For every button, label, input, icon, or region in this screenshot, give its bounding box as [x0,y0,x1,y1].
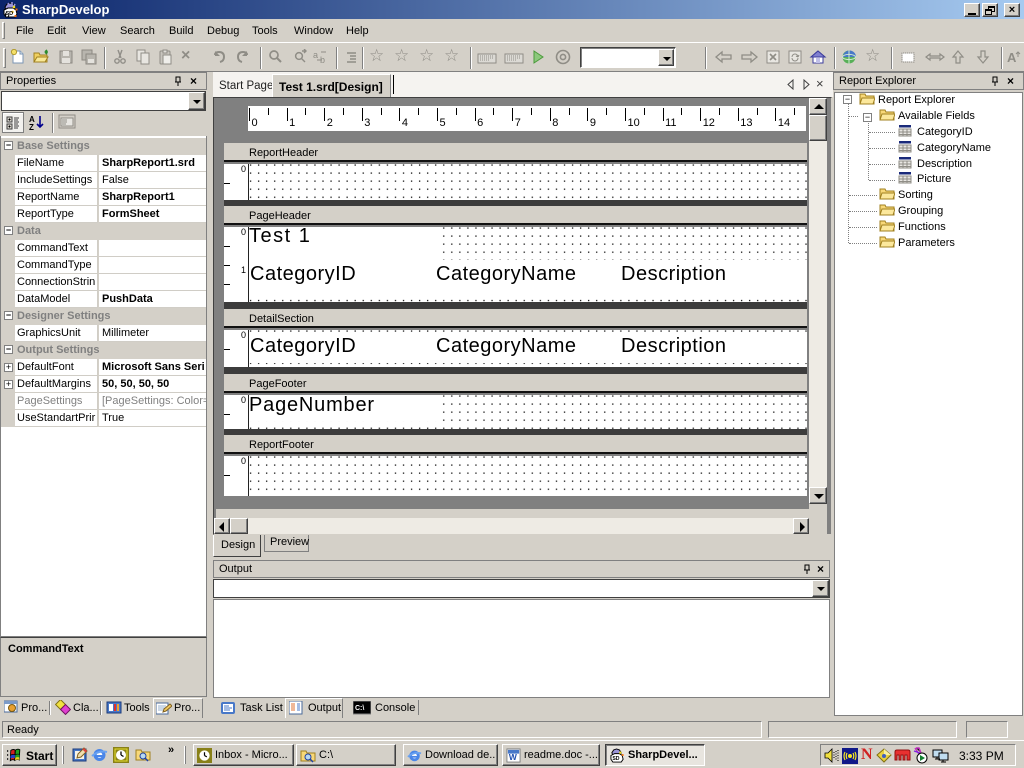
svg-text:SD: SD [6,11,14,17]
svg-text:A: A [1007,50,1017,65]
svg-text:Z: Z [29,123,34,132]
svg-text:C:\: C:\ [355,705,364,712]
svg-text:W: W [509,752,517,762]
svg-text:a: a [313,50,318,60]
svg-text:SD: SD [612,756,619,762]
